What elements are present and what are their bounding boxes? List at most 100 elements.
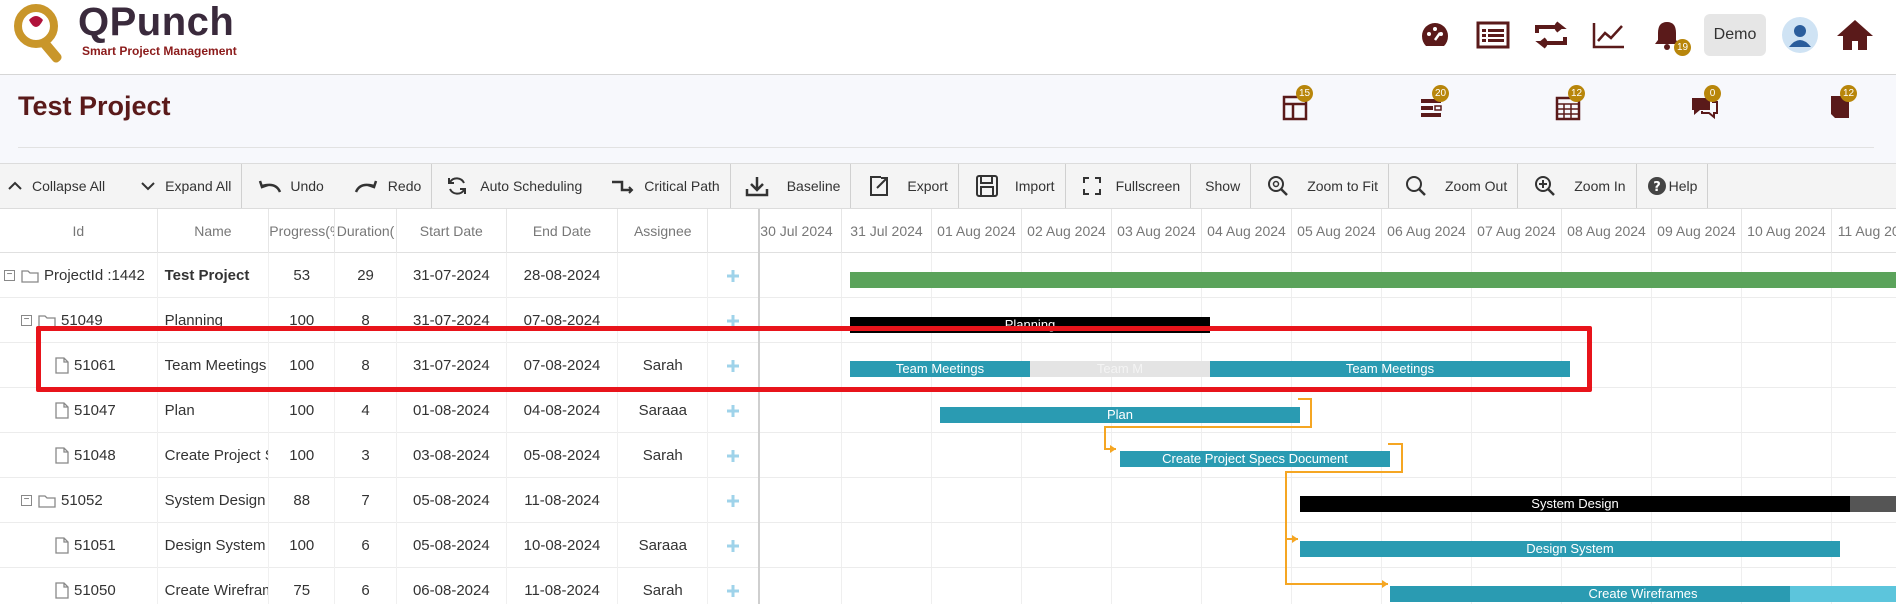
plus-icon [725, 583, 741, 599]
timeline-day-label: 02 Aug 2024 [1022, 209, 1112, 253]
column-header-progress[interactable]: Progress(% [269, 209, 336, 253]
planning-bar[interactable]: Planning [850, 317, 1210, 333]
column-header-start-date[interactable]: Start Date [397, 209, 507, 253]
zoom-in-button[interactable]: Zoom In [1534, 164, 1626, 208]
table-row[interactable]: 51047 Plan 100 4 01-08-2024 04-08-2024 Saraaa [0, 388, 758, 433]
cell-duration: 6 [335, 568, 397, 604]
team-meetings-bar[interactable]: Team Meetings [850, 361, 1030, 377]
table-row[interactable]: − ProjectId :1442 Test Project 53 29 31-07-20… [0, 253, 758, 298]
auto-scheduling-label: Auto Scheduling [480, 178, 583, 194]
timeline-day-label: 01 Aug 2024 [932, 209, 1022, 253]
collapse-toggle-icon[interactable]: − [21, 315, 32, 326]
cell-id: − 51049 [0, 298, 158, 343]
table-row[interactable]: 51048 Create Project S 100 3 03-08-2024 05-08… [0, 433, 758, 478]
timeline-day-label: 30 Jul 2024 [760, 209, 842, 253]
grid-header: Id Name Progress(% Duration( Start Date … [0, 209, 758, 253]
critical-path-label: Critical Path [644, 178, 720, 194]
collapse-toggle-icon[interactable]: − [21, 495, 32, 506]
export-label: Export [907, 178, 948, 194]
dashboard-icon[interactable] [1406, 11, 1464, 59]
critical-path-icon [612, 180, 634, 194]
table-row[interactable]: − 51049 Planning 100 8 31-07-2024 07-08-2024 [0, 298, 758, 343]
comments-icon[interactable]: 0 [1684, 85, 1724, 127]
table-row[interactable]: 51061 Team Meetings 100 8 31-07-2024 07-08-20… [0, 343, 758, 388]
add-task-button[interactable] [708, 343, 758, 388]
cell-id-text: 51047 [74, 402, 116, 419]
show-button[interactable]: Show [1205, 164, 1240, 208]
top-header: QPunch Smart Project Management 19 Demo [0, 0, 1896, 75]
collapse-toggle-icon[interactable]: − [4, 270, 15, 281]
notifications-badge: 19 [1674, 39, 1692, 56]
qpunch-logo[interactable]: QPunch Smart Project Management [12, 0, 252, 72]
demo-user-button[interactable]: Demo [1704, 14, 1766, 56]
table-row[interactable]: 51050 Create Wirefram 75 6 06-08-2024 11-08-2… [0, 568, 758, 604]
plan-bar[interactable]: Plan [940, 407, 1300, 423]
cell-duration: 29 [335, 253, 397, 298]
add-task-button[interactable] [708, 253, 758, 298]
undo-button[interactable]: Undo [256, 164, 324, 208]
user-avatar[interactable] [1782, 17, 1818, 53]
save-floppy-icon [975, 175, 998, 197]
zoom-out-button[interactable]: Zoom Out [1405, 164, 1507, 208]
column-header-name[interactable]: Name [158, 209, 270, 253]
zoom-fit-group: Zoom to Fit [1251, 164, 1389, 208]
expand-all-button[interactable]: Expand All [139, 164, 231, 208]
cell-name: Design System [158, 523, 270, 568]
cell-name: Team Meetings [158, 343, 270, 388]
folder-icon [38, 314, 56, 328]
cell-progress: 100 [269, 343, 336, 388]
redo-button[interactable]: Redo [354, 164, 421, 208]
timeline-day-label: 06 Aug 2024 [1382, 209, 1472, 253]
critical-path-button[interactable]: Critical Path [610, 164, 720, 208]
collapse-all-label: Collapse All [32, 178, 106, 194]
page-title: Test Project [18, 91, 171, 121]
baseline-button[interactable]: Baseline [745, 164, 840, 208]
analytics-chart-icon[interactable] [1580, 11, 1638, 59]
import-button[interactable]: Import [975, 164, 1055, 208]
auto-scheduling-button[interactable]: Auto Scheduling [446, 164, 582, 208]
table-row[interactable]: − 51052 System Design 88 7 05-08-2024 11-08-20… [0, 478, 758, 523]
cell-progress: 100 [269, 433, 336, 478]
timeline-day-label: 31 Jul 2024 [842, 209, 932, 253]
file-icon [55, 447, 69, 464]
documents-icon[interactable]: 12 [1820, 85, 1860, 127]
home-icon[interactable] [1826, 11, 1884, 59]
team-meetings-split-bar[interactable]: Team M [1030, 361, 1210, 377]
timeline-day-label: 05 Aug 2024 [1292, 209, 1382, 253]
system-design-bar[interactable]: System Design [1300, 496, 1850, 512]
column-header-end-date[interactable]: End Date [507, 209, 619, 253]
cell-progress: 88 [269, 478, 336, 523]
cell-duration: 6 [335, 523, 397, 568]
calendar-badge: 12 [1568, 85, 1586, 102]
notifications-bell-icon[interactable]: 19 [1638, 11, 1696, 59]
design-system-bar[interactable]: Design System [1300, 541, 1840, 557]
table-row[interactable]: 51051 Design System 100 6 05-08-2024 10-08-20… [0, 523, 758, 568]
cell-id-text: 51061 [74, 357, 116, 374]
add-task-button[interactable] [708, 478, 758, 523]
add-task-button[interactable] [708, 433, 758, 478]
column-header-id[interactable]: Id [0, 209, 158, 253]
collapse-all-button[interactable]: Collapse All [6, 164, 105, 208]
fullscreen-label: Fullscreen [1115, 178, 1181, 194]
sync-icon[interactable] [1522, 11, 1580, 59]
export-button[interactable]: Export [867, 164, 948, 208]
zoom-to-fit-button[interactable]: Zoom to Fit [1267, 164, 1378, 208]
list-view-icon[interactable] [1464, 11, 1522, 59]
add-task-button[interactable] [708, 568, 758, 604]
column-header-assignee[interactable]: Assignee [618, 209, 709, 253]
add-task-button[interactable] [708, 388, 758, 433]
create-specs-bar[interactable]: Create Project Specs Document [1120, 451, 1390, 467]
calendar-icon[interactable]: 12 [1548, 85, 1588, 127]
gantt-toolbar: Collapse All Expand All Undo Redo Auto S… [0, 163, 1896, 209]
cell-name: Create Wirefram [158, 568, 270, 604]
add-task-button[interactable] [708, 298, 758, 343]
help-button[interactable]: ? Help [1647, 164, 1697, 208]
project-summary-bar[interactable] [850, 272, 1896, 288]
fullscreen-button[interactable]: Fullscreen [1082, 164, 1181, 208]
team-meetings-bar[interactable]: Team Meetings [1210, 361, 1570, 377]
zoom-in-icon [1535, 176, 1556, 196]
column-header-duration[interactable]: Duration( [335, 209, 397, 253]
board-view-icon[interactable]: 15 [1276, 85, 1316, 127]
task-list-icon[interactable]: 20 [1412, 85, 1452, 127]
add-task-button[interactable] [708, 523, 758, 568]
